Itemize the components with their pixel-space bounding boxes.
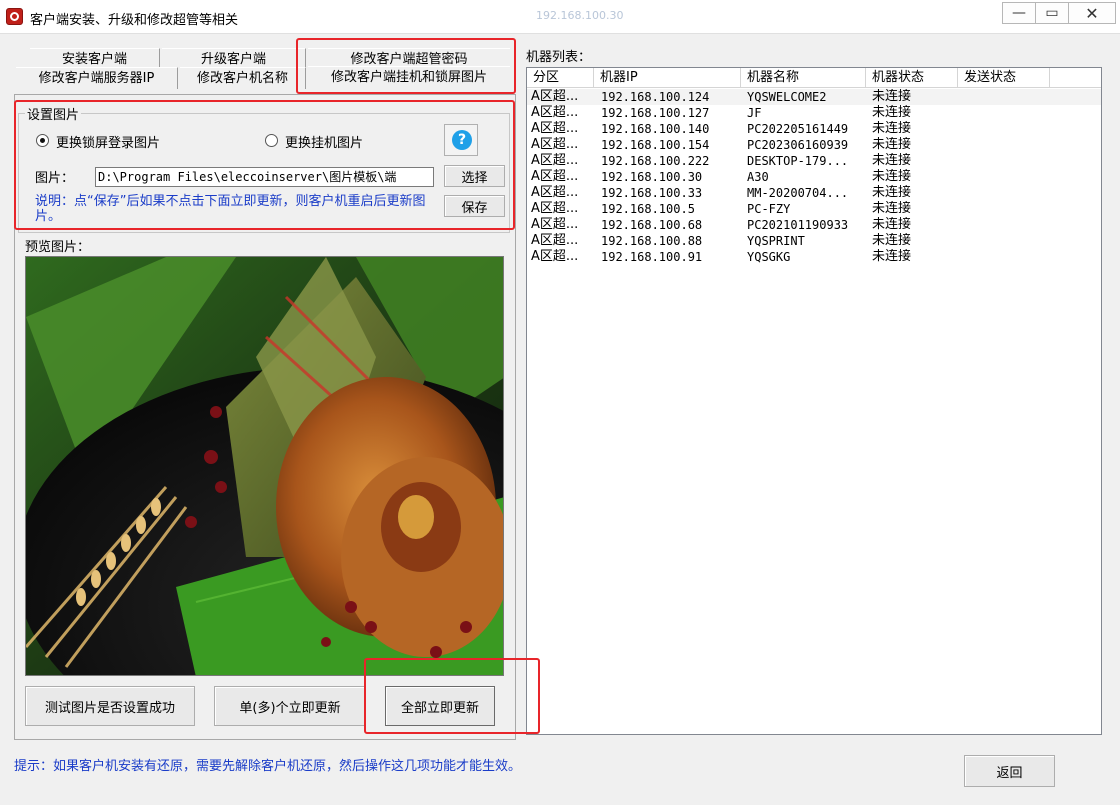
- test-image-button[interactable]: 测试图片是否设置成功: [25, 686, 195, 726]
- window-title: 客户端安装、升级和修改超管等相关: [30, 13, 239, 28]
- cell-status: 未连接: [872, 201, 912, 216]
- cell-status: 未连接: [872, 137, 912, 152]
- preview-image: [25, 256, 504, 676]
- tab-change-machine-name[interactable]: 修改客户机名称: [180, 67, 306, 89]
- cell-name: YQSPRINT: [747, 234, 805, 248]
- table-row[interactable]: A区超... 192.168.100.154 PC202306160939 未连接: [527, 137, 1101, 153]
- cell-zone: A区超...: [531, 89, 579, 104]
- cell-zone: A区超...: [531, 249, 579, 264]
- radio-lock-image[interactable]: [36, 134, 49, 147]
- tab-change-lock-image[interactable]: 修改客户端挂机和锁屏图片: [308, 66, 510, 88]
- cell-status: 未连接: [872, 121, 912, 136]
- cell-status: 未连接: [872, 105, 912, 120]
- window-controls: — ▭ ✕: [1002, 2, 1116, 24]
- cell-status: 未连接: [872, 233, 912, 248]
- settings-note: 说明：点“保存”后如果不点击下面立即更新，则客户机重启后更新图片。: [35, 194, 426, 224]
- cell-ip: 192.168.100.5: [601, 202, 695, 216]
- cell-name: DESKTOP-179...: [747, 154, 849, 168]
- column-zone[interactable]: 分区: [527, 68, 594, 88]
- machine-list-header: 分区 机器IP 机器名称 机器状态 发送状态: [527, 68, 1101, 88]
- cell-zone: A区超...: [531, 169, 579, 184]
- cell-status: 未连接: [872, 89, 912, 104]
- cell-zone: A区超...: [531, 217, 579, 232]
- cell-ip: 192.168.100.140: [601, 122, 710, 136]
- cell-name: MM-20200704...: [747, 186, 849, 200]
- save-button[interactable]: 保存: [444, 195, 505, 217]
- preview-label: 预览图片：: [25, 240, 91, 255]
- help-button[interactable]: ?: [444, 124, 478, 156]
- all-update-button[interactable]: 全部立即更新: [385, 686, 495, 726]
- radio-idle-image[interactable]: [265, 134, 278, 147]
- cell-ip: 192.168.100.68: [601, 218, 703, 232]
- zongzi-illustration: [26, 257, 503, 675]
- cell-zone: A区超...: [531, 185, 579, 200]
- cell-zone: A区超...: [531, 153, 579, 168]
- cell-ip: 192.168.100.124: [601, 90, 710, 104]
- cell-name: YQSWELCOME2: [747, 90, 827, 104]
- cell-ip: 192.168.100.222: [601, 154, 710, 168]
- cell-name: PC202306160939: [747, 138, 849, 152]
- cell-status: 未连接: [872, 249, 912, 264]
- table-row[interactable]: A区超... 192.168.100.5 PC-FZY 未连接: [527, 201, 1101, 217]
- cell-ip: 192.168.100.88: [601, 234, 703, 248]
- cell-zone: A区超...: [531, 201, 579, 216]
- cell-name: PC202101190933: [747, 218, 849, 232]
- cell-zone: A区超...: [531, 137, 579, 152]
- table-row[interactable]: A区超... 192.168.100.91 YQSGKG 未连接: [527, 249, 1101, 265]
- table-row[interactable]: A区超... 192.168.100.33 MM-20200704... 未连接: [527, 185, 1101, 201]
- path-label: 图片：: [35, 171, 75, 186]
- cell-name: YQSGKG: [747, 250, 791, 264]
- column-ip[interactable]: 机器IP: [594, 68, 741, 88]
- table-row[interactable]: A区超... 192.168.100.127 JF 未连接: [527, 105, 1101, 121]
- cell-status: 未连接: [872, 217, 912, 232]
- cell-zone: A区超...: [531, 233, 579, 248]
- title-ghost-text: 192.168.100.30: [536, 9, 624, 22]
- table-row[interactable]: A区超... 192.168.100.140 PC202205161449 未连接: [527, 121, 1101, 137]
- cell-status: 未连接: [872, 185, 912, 200]
- cell-name: PC202205161449: [747, 122, 849, 136]
- cell-ip: 192.168.100.91: [601, 250, 703, 264]
- cell-name: JF: [747, 106, 762, 120]
- choose-button[interactable]: 选择: [444, 165, 505, 187]
- settings-group-label: 设置图片: [25, 104, 82, 123]
- machine-list[interactable]: 分区 机器IP 机器名称 机器状态 发送状态 A区超... 192.168.100…: [526, 67, 1102, 735]
- column-send-status[interactable]: 发送状态: [958, 68, 1050, 88]
- column-name[interactable]: 机器名称: [741, 68, 866, 88]
- machine-list-label: 机器列表：: [526, 50, 592, 65]
- app-logo-icon: [6, 8, 23, 25]
- close-button[interactable]: ✕: [1068, 2, 1116, 24]
- question-icon: ?: [452, 130, 472, 150]
- table-row[interactable]: A区超... 192.168.100.124 YQSWELCOME2 未连接: [527, 89, 1101, 105]
- cell-status: 未连接: [872, 153, 912, 168]
- cell-zone: A区超...: [531, 121, 579, 136]
- minimize-button[interactable]: —: [1002, 2, 1036, 24]
- tab-change-server-ip[interactable]: 修改客户端服务器IP: [16, 67, 178, 89]
- cell-ip: 192.168.100.154: [601, 138, 710, 152]
- cell-name: PC-FZY: [747, 202, 791, 216]
- radio-lock-image-label[interactable]: 更换锁屏登录图片: [56, 132, 160, 151]
- table-row[interactable]: A区超... 192.168.100.30 A30 未连接: [527, 169, 1101, 185]
- image-path-input[interactable]: D:\Program Files\eleccoinserver\图片模板\端: [95, 167, 434, 187]
- cell-status: 未连接: [872, 169, 912, 184]
- hint-text: 提示：如果客户机安装有还原，需要先解除客户机还原，然后操作这几项功能才能生效。: [14, 759, 522, 774]
- cell-ip: 192.168.100.33: [601, 186, 703, 200]
- cell-ip: 192.168.100.127: [601, 106, 710, 120]
- back-button[interactable]: 返回: [964, 755, 1055, 787]
- maximize-button[interactable]: ▭: [1035, 2, 1069, 24]
- radio-idle-image-label[interactable]: 更换挂机图片: [285, 132, 363, 151]
- single-update-button[interactable]: 单(多)个立即更新: [214, 686, 366, 726]
- title-bar: 客户端安装、升级和修改超管等相关 192.168.100.30 — ▭ ✕: [0, 0, 1120, 34]
- column-status[interactable]: 机器状态: [866, 68, 958, 88]
- cell-name: A30: [747, 170, 769, 184]
- cell-ip: 192.168.100.30: [601, 170, 703, 184]
- table-row[interactable]: A区超... 192.168.100.68 PC202101190933 未连接: [527, 217, 1101, 233]
- table-row[interactable]: A区超... 192.168.100.88 YQSPRINT 未连接: [527, 233, 1101, 249]
- table-row[interactable]: A区超... 192.168.100.222 DESKTOP-179... 未连接: [527, 153, 1101, 169]
- cell-zone: A区超...: [531, 105, 579, 120]
